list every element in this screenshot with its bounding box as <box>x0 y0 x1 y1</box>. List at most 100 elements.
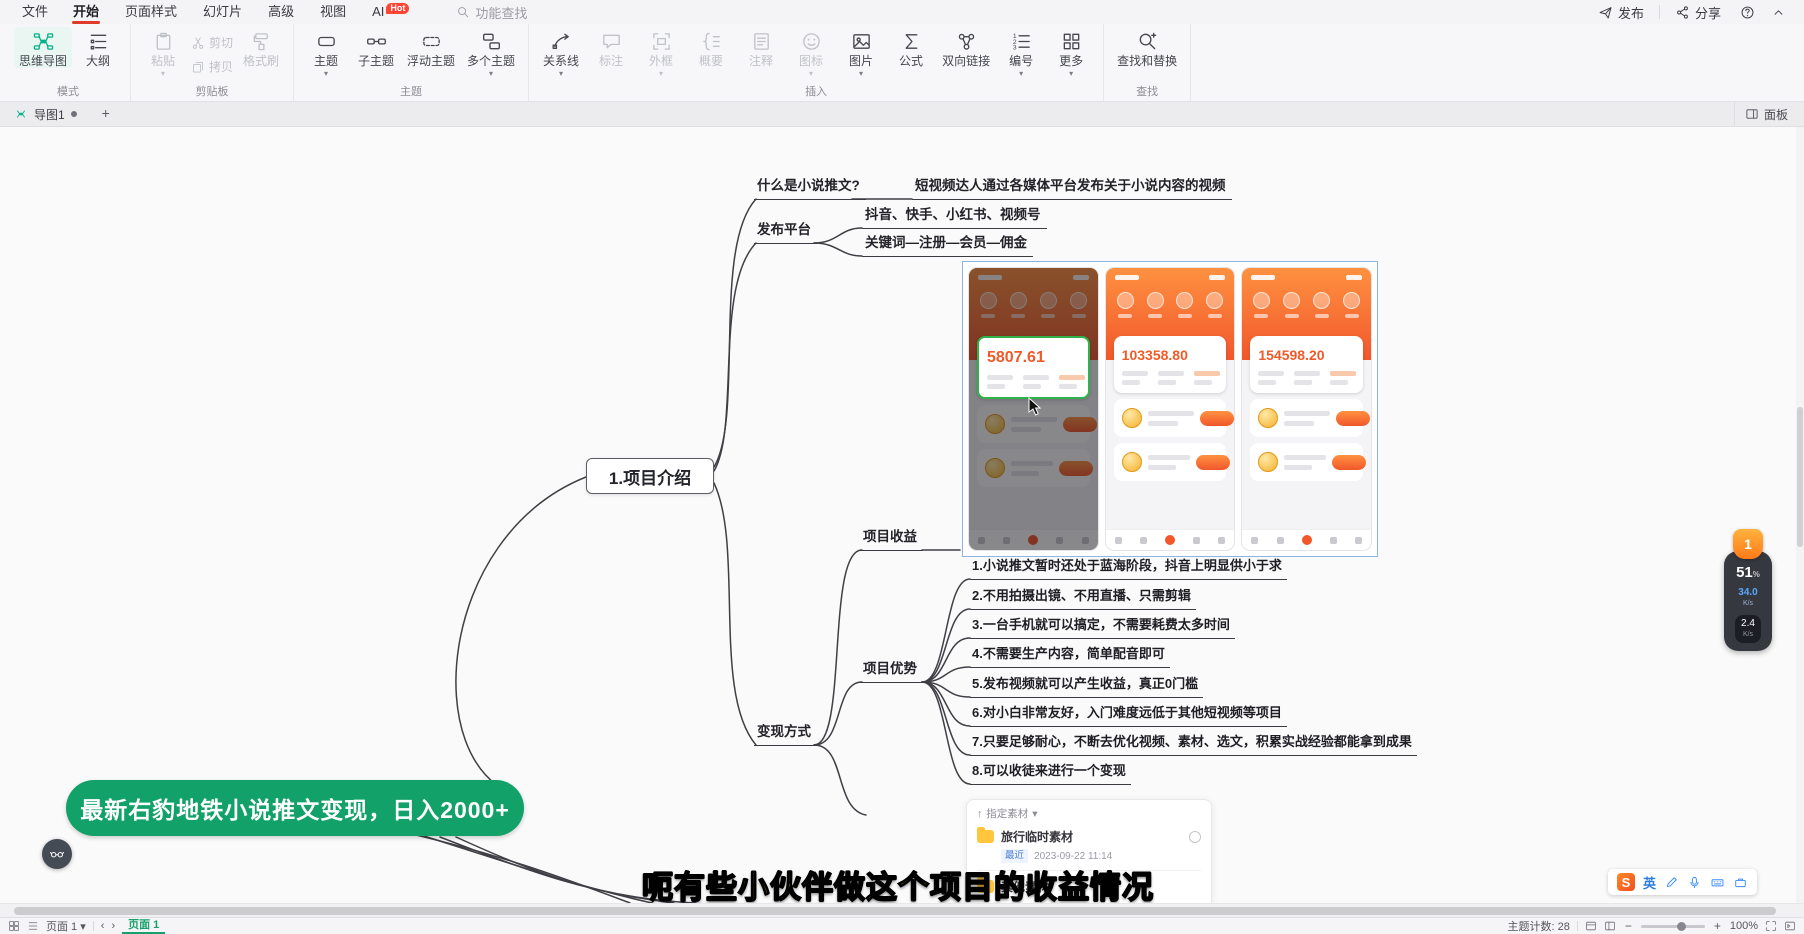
pen-icon[interactable] <box>1664 875 1679 890</box>
cpu-percent: 51% <box>1736 564 1760 581</box>
menu-tab-view[interactable]: 视图 <box>307 0 359 24</box>
mindmap-canvas[interactable]: 1.项目介绍 最新右豹地铁小说推文变现，日入2000+ 什么是小说推文? 短视频… <box>0 127 1796 903</box>
zoom-level[interactable]: 100% <box>1730 920 1758 932</box>
advantage-item-6[interactable]: 6.对小白非常友好，入门难度远低于其他短视频等项目 <box>970 704 1287 727</box>
ribbon-iconface-button[interactable]: 图标▾ <box>787 27 835 77</box>
fullscreen-icon[interactable] <box>1784 920 1796 932</box>
ribbon-subtopic-button[interactable]: 子主题 <box>352 27 400 68</box>
ribbon-outline-button[interactable]: 大纲 <box>74 27 122 68</box>
horizontal-scrollbar[interactable] <box>0 903 1804 917</box>
mic-icon[interactable] <box>1687 875 1702 890</box>
node-question-answer[interactable]: 短视频达人通过各媒体平台发布关于小说内容的视频 <box>912 177 1232 200</box>
ribbon-button-label: 标注 <box>599 55 623 68</box>
ribbon-note-button[interactable]: 注释 <box>737 27 785 68</box>
ribbon-mindmap-button[interactable]: 思维导图 <box>14 27 72 68</box>
node-income[interactable]: 项目收益 <box>860 528 923 551</box>
node-project-intro[interactable]: 1.项目介绍 <box>586 458 714 494</box>
add-map-tab-button[interactable]: + <box>97 105 115 123</box>
page-selector[interactable]: 页面 1 ▾ <box>46 918 86 934</box>
ribbon-findreplace-button[interactable]: 查找和替换 <box>1112 27 1182 68</box>
vertical-scrollbar[interactable] <box>1796 127 1804 903</box>
list-view-icon[interactable] <box>27 920 39 932</box>
menu-tab-ai[interactable]: AIHot <box>359 0 422 24</box>
ribbon-frame-button[interactable]: 外框▾ <box>637 27 685 77</box>
folder-icon <box>977 830 994 843</box>
prev-page-button[interactable]: ‹ <box>101 920 105 932</box>
node-advantage[interactable]: 项目优势 <box>860 660 923 683</box>
input-method-toolbar[interactable]: S 英 <box>1608 869 1757 895</box>
menu-tab-page-style[interactable]: 页面样式 <box>112 0 190 24</box>
central-topic-badge[interactable]: 最新右豹地铁小说推文变现，日入2000+ <box>66 780 524 836</box>
assistant-floating-button[interactable] <box>42 839 72 869</box>
fit-screen-icon[interactable] <box>1765 920 1777 932</box>
advantage-item-3[interactable]: 3.一台手机就可以搞定，不需要耗费太多时间 <box>970 616 1235 639</box>
ribbon-topic-button[interactable]: 主题▾ <box>302 27 350 77</box>
menu-tab-home[interactable]: 开始 <box>60 0 112 24</box>
ribbon-bilink-button[interactable]: 双向链接 <box>937 27 995 68</box>
ribbon-group-label: 查找 <box>1112 85 1182 100</box>
keyboard-icon[interactable] <box>1710 875 1725 890</box>
highlighted-balance-card: 5807.61 <box>977 336 1090 399</box>
performance-monitor-widget[interactable]: 1 51% 34.0K/s 2.4K/s <box>1724 529 1772 651</box>
active-page-tab[interactable]: 页面 1 <box>122 918 165 934</box>
grid-view-icon[interactable] <box>8 920 20 932</box>
menu-tab-slides[interactable]: 幻灯片 <box>190 0 255 24</box>
ribbon-formula-button[interactable]: 公式 <box>887 27 935 68</box>
cut-icon <box>191 36 205 50</box>
layout-icon[interactable] <box>1585 920 1597 932</box>
zoom-out-button[interactable]: − <box>1623 919 1634 933</box>
ribbon-copy-button[interactable]: 拷贝 <box>191 58 233 75</box>
ribbon-paste-button[interactable]: 粘贴 ▾ <box>139 27 187 77</box>
next-page-button[interactable]: › <box>111 920 115 932</box>
ribbon-numbered-button[interactable]: 123编号▾ <box>997 27 1045 77</box>
advantage-item-8[interactable]: 8.可以收徒来进行一个变现 <box>970 762 1131 785</box>
ribbon-button-label: 注释 <box>749 55 773 68</box>
ribbon-relation-button[interactable]: 关系线▾ <box>537 27 585 77</box>
ribbon-multitopic-button[interactable]: 多个主题▾ <box>462 27 520 77</box>
node-platform-apps[interactable]: 抖音、快手、小红书、视频号 <box>862 206 1047 229</box>
menu-tab-advanced[interactable]: 高级 <box>255 0 307 24</box>
publish-button[interactable]: 发布 <box>1587 0 1655 24</box>
sogou-logo-icon[interactable]: S <box>1617 873 1635 891</box>
feature-search[interactable]: 功能查找 <box>456 3 527 22</box>
advantage-item-1[interactable]: 1.小说推文暂时还处于蓝海阶段，抖音上明显供小于求 <box>970 557 1287 580</box>
file-menu[interactable]: 文件 <box>10 0 60 24</box>
node-publish-platform[interactable]: 发布平台 <box>754 221 817 244</box>
ribbon-summary-button[interactable]: 概要 <box>687 27 735 68</box>
advantage-item-5[interactable]: 5.发布视频就可以产生收益，真正0门槛 <box>970 675 1203 698</box>
upload-speed: 2.4K/s <box>1735 615 1761 643</box>
horizontal-scrollbar-thumb[interactable] <box>14 907 1776 915</box>
zoom-slider-knob[interactable] <box>1677 922 1686 931</box>
income-screenshot-image[interactable]: 5807.61 103358.80 <box>962 261 1378 557</box>
node-monetize[interactable]: 变现方式 <box>754 723 817 746</box>
ribbon-button-label: 粘贴 <box>151 55 175 68</box>
advantage-item-2[interactable]: 2.不用拍摄出镜、不用直播、只需剪辑 <box>970 587 1196 610</box>
zoom-in-button[interactable]: + <box>1712 919 1723 933</box>
folder-row-1[interactable]: 旅行临时素材 <box>977 828 1201 845</box>
zoom-slider[interactable] <box>1641 925 1705 928</box>
node-platform-flow[interactable]: 关键词—注册—会员—佣金 <box>862 234 1033 257</box>
advantage-item-4[interactable]: 4.不需要生产内容，简单配音即可 <box>970 645 1170 668</box>
node-question[interactable]: 什么是小说推文? <box>754 177 866 200</box>
panel-toggle-button[interactable]: 面板 <box>1734 102 1794 127</box>
ribbon-callout-button[interactable]: 标注 <box>587 27 635 68</box>
ribbon-image-button[interactable]: 图片▾ <box>837 27 885 77</box>
ribbon-more-button[interactable]: 更多▾ <box>1047 27 1095 77</box>
phone-screenshot-3: 154598.20 <box>1242 268 1371 550</box>
ribbon-floating-button[interactable]: 浮动主题 <box>402 27 460 68</box>
vertical-scrollbar-thumb[interactable] <box>1797 407 1803 547</box>
folder-panel-header[interactable]: ↑ 指定素材 ▾ <box>977 806 1201 821</box>
share-button[interactable]: 分享 <box>1664 0 1732 24</box>
advantage-item-7[interactable]: 7.只要足够耐心，不断去优化视频、素材、选文，积累实战经验都能拿到成果 <box>970 733 1417 756</box>
ribbon-button-label: 关系线 <box>543 55 579 68</box>
outline-view-icon[interactable] <box>1604 920 1616 932</box>
toolbox-icon[interactable] <box>1733 875 1748 890</box>
ribbon-cut-button[interactable]: 剪切 <box>191 34 233 51</box>
dropdown-caret-icon: ▾ <box>161 71 165 77</box>
input-language-toggle[interactable]: 英 <box>1643 873 1656 892</box>
collapse-ribbon-button[interactable] <box>1763 5 1794 20</box>
help-button[interactable] <box>1732 5 1763 20</box>
ribbon-brush-button[interactable]: 格式刷 <box>237 27 285 68</box>
document-tab-map1[interactable]: 导图1 <box>10 102 81 127</box>
folder-radio[interactable] <box>1189 831 1201 843</box>
